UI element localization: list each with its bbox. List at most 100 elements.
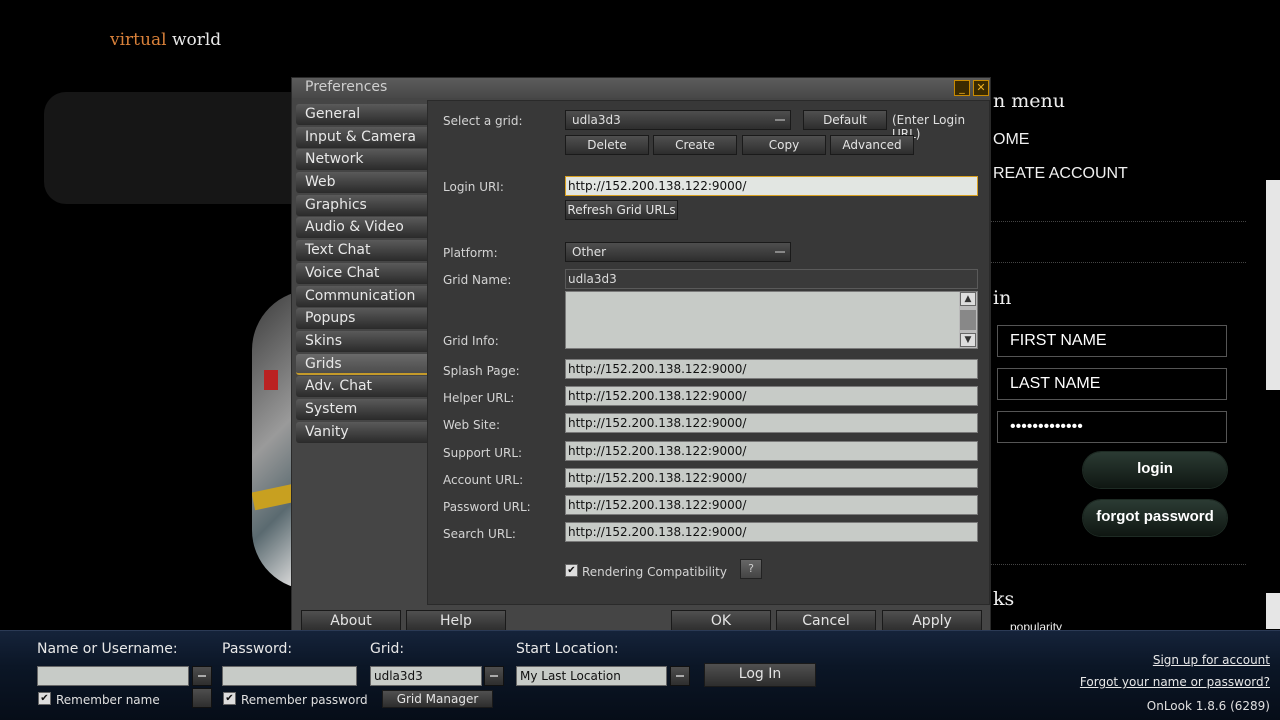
site-first-name-input[interactable]: FIRST NAME	[997, 325, 1227, 357]
remember-name-checkbox[interactable]: ✔	[38, 692, 51, 705]
grids-panel: Select a grid: udla3d3 Default (Enter Lo…	[427, 100, 990, 605]
delete-button[interactable]: Delete	[565, 135, 649, 155]
chevron-down-icon	[198, 675, 206, 677]
password-label: Password:	[222, 641, 293, 657]
close-icon[interactable]: ✕	[973, 80, 989, 96]
support-url-label: Support URL:	[443, 446, 523, 460]
grid-name-field[interactable]: udla3d3	[565, 269, 978, 289]
tab-communication[interactable]: Communication	[296, 285, 427, 307]
tab-vanity[interactable]: Vanity	[296, 421, 427, 443]
tab-skins[interactable]: Skins	[296, 330, 427, 352]
start-location-dropdown-button[interactable]	[670, 666, 690, 686]
tab-input-camera[interactable]: Input & Camera	[296, 126, 427, 148]
account-url-field[interactable]: http://152.200.138.122:9000/	[565, 468, 978, 488]
tab-adv-chat[interactable]: Adv. Chat	[296, 376, 427, 398]
trash-icon[interactable]	[192, 688, 212, 708]
tab-system[interactable]: System	[296, 398, 427, 420]
dialog-title[interactable]: Preferences	[292, 78, 990, 98]
web-site-label: Web Site:	[443, 418, 501, 432]
start-location-label: Start Location:	[516, 641, 619, 657]
rendering-compatibility-checkbox[interactable]: ✔	[565, 564, 578, 577]
grid-info-textarea[interactable]: ▲ ▼	[565, 291, 978, 349]
username-input[interactable]	[37, 666, 189, 686]
minimize-icon[interactable]: _	[954, 80, 970, 96]
site-menu-home[interactable]: OME	[993, 131, 1029, 149]
site-logo[interactable]: virtual world	[110, 30, 221, 50]
site-separator	[990, 564, 1246, 565]
grid-select-value: udla3d3	[572, 113, 621, 127]
chevron-down-icon	[775, 119, 785, 121]
grid-dropdown-button[interactable]	[484, 666, 504, 686]
create-button[interactable]: Create	[653, 135, 737, 155]
helper-url-field[interactable]: http://152.200.138.122:9000/	[565, 386, 978, 406]
tab-grids[interactable]: Grids	[296, 353, 427, 375]
help-button[interactable]: Help	[406, 610, 506, 632]
tab-web[interactable]: Web	[296, 172, 427, 194]
scroll-down-icon[interactable]: ▼	[960, 333, 976, 347]
platform-dropdown[interactable]: Other	[565, 242, 791, 262]
site-forgot-password-button[interactable]: forgot password	[1083, 500, 1227, 536]
site-separator	[990, 221, 1246, 222]
site-login-button[interactable]: login	[1083, 452, 1227, 488]
platform-value: Other	[572, 245, 607, 259]
tab-text-chat[interactable]: Text Chat	[296, 240, 427, 262]
logo-part-virtual: virtual	[110, 30, 167, 50]
password-input[interactable]	[222, 666, 357, 686]
grid-info-label: Grid Info:	[443, 334, 499, 348]
start-location-input[interactable]: My Last Location	[516, 666, 667, 686]
version-label: OnLook 1.8.6 (6289)	[1146, 699, 1270, 713]
site-password-input[interactable]: •••••••••••••	[997, 411, 1227, 443]
log-in-button[interactable]: Log In	[704, 663, 816, 687]
preferences-tab-list: General Input & Camera Network Web Graph…	[296, 104, 427, 444]
site-scrollbar-arrows[interactable]	[1266, 593, 1280, 629]
username-dropdown-button[interactable]	[192, 666, 212, 686]
site-last-name-input[interactable]: LAST NAME	[997, 368, 1227, 400]
tab-audio-video[interactable]: Audio & Video	[296, 217, 427, 239]
remember-password-checkbox[interactable]: ✔	[223, 692, 236, 705]
tab-graphics[interactable]: Graphics	[296, 194, 427, 216]
copy-button[interactable]: Copy	[742, 135, 826, 155]
about-button[interactable]: About	[301, 610, 401, 632]
scroll-up-icon[interactable]: ▲	[960, 292, 976, 306]
ok-button[interactable]: OK	[671, 610, 771, 632]
site-scrollbar[interactable]	[1266, 180, 1280, 390]
support-url-field[interactable]: http://152.200.138.122:9000/	[565, 441, 978, 461]
name-label: Name or Username:	[37, 641, 178, 657]
tab-general[interactable]: General	[296, 104, 427, 125]
tab-voice-chat[interactable]: Voice Chat	[296, 262, 427, 284]
grid-name-label: Grid Name:	[443, 273, 512, 287]
chevron-down-icon	[490, 675, 498, 677]
preferences-dialog: Preferences _ ✕ General Input & Camera N…	[291, 77, 991, 635]
select-grid-label: Select a grid:	[443, 114, 523, 128]
tab-popups[interactable]: Popups	[296, 308, 427, 330]
grid-info-scrollbar[interactable]: ▲ ▼	[959, 292, 977, 348]
site-login-heading: in	[993, 287, 1012, 309]
chevron-down-icon	[676, 675, 684, 677]
site-menu-create-account[interactable]: REATE ACCOUNT	[993, 165, 1128, 183]
refresh-grid-urls-button[interactable]: Refresh Grid URLs	[565, 200, 678, 220]
password-url-label: Password URL:	[443, 500, 531, 514]
tab-network[interactable]: Network	[296, 149, 427, 171]
grid-select-dropdown[interactable]: udla3d3	[565, 110, 791, 130]
login-uri-field[interactable]: http://152.200.138.122:9000/	[565, 176, 978, 196]
remember-name-label: Remember name	[56, 693, 160, 707]
search-url-field[interactable]: http://152.200.138.122:9000/	[565, 522, 978, 542]
site-separator	[990, 262, 1246, 263]
sign-up-link[interactable]: Sign up for account	[1153, 653, 1270, 667]
apply-button[interactable]: Apply	[882, 610, 982, 632]
site-links-heading: ks	[993, 588, 1015, 610]
grid-input[interactable]: udla3d3	[370, 666, 482, 686]
grid-manager-button[interactable]: Grid Manager	[382, 690, 493, 708]
scroll-thumb[interactable]	[960, 310, 976, 330]
splash-page-field[interactable]: http://152.200.138.122:9000/	[565, 359, 978, 379]
advanced-button[interactable]: Advanced	[830, 135, 914, 155]
platform-label: Platform:	[443, 246, 498, 260]
password-url-field[interactable]: http://152.200.138.122:9000/	[565, 495, 978, 515]
help-icon[interactable]: ?	[740, 559, 762, 579]
default-button[interactable]: Default	[803, 110, 887, 130]
forgot-name-password-link[interactable]: Forgot your name or password?	[1080, 675, 1270, 689]
helper-url-label: Helper URL:	[443, 391, 515, 405]
cancel-button[interactable]: Cancel	[776, 610, 876, 632]
login-uri-label: Login URI:	[443, 180, 504, 194]
web-site-field[interactable]: http://152.200.138.122:9000/	[565, 413, 978, 433]
